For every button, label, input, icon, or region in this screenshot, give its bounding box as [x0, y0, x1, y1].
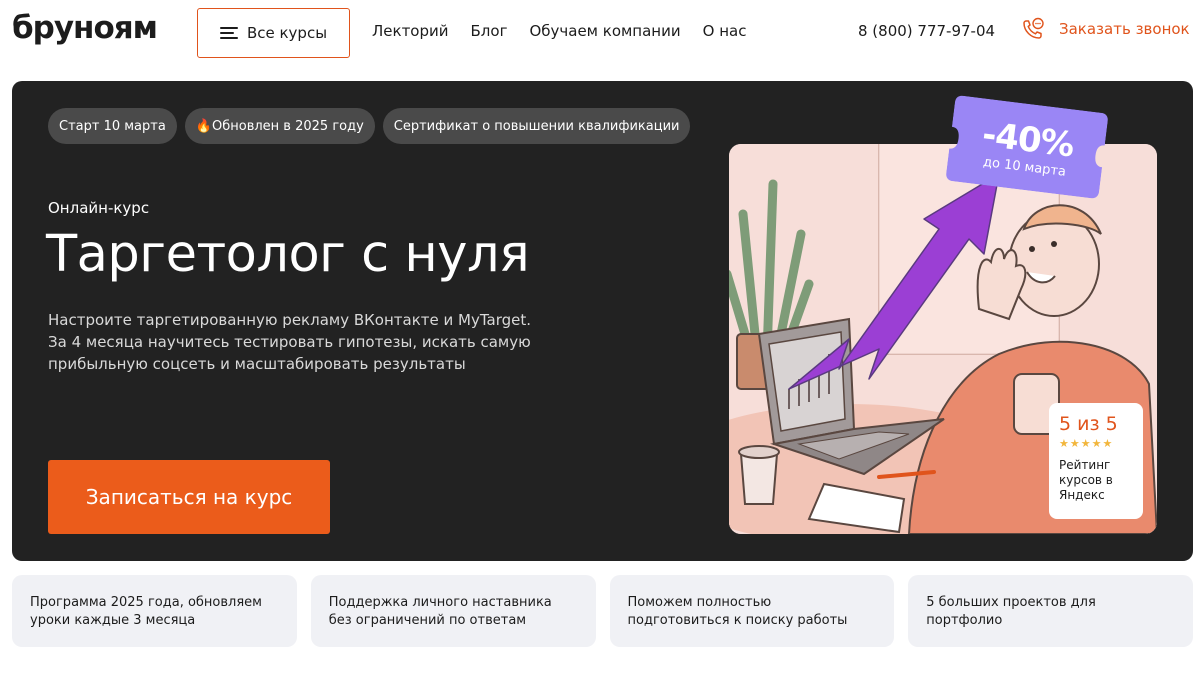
rating-stars-icon: ★★★★★: [1059, 437, 1114, 450]
tag-certificate: Сертификат о повышении квалификации: [382, 108, 691, 144]
tag-start-date: Старт 10 марта: [48, 108, 177, 144]
nav-item-about[interactable]: О нас: [703, 22, 747, 40]
tag-updated: 🔥Обновлен в 2025 году: [184, 108, 375, 144]
hero-banner: Старт 10 марта 🔥Обновлен в 2025 году Сер…: [12, 81, 1193, 561]
nav-item-blog[interactable]: Блог: [471, 22, 508, 40]
all-courses-label: Все курсы: [246, 24, 328, 42]
nav-item-companies[interactable]: Обучаем компании: [529, 22, 680, 40]
course-title: Таргетолог с нуля: [46, 225, 530, 284]
brand-logo[interactable]: бруноям: [12, 10, 158, 46]
course-tags: Старт 10 марта 🔥Обновлен в 2025 году Сер…: [48, 108, 691, 144]
phone-chat-icon: [1023, 17, 1044, 39]
feature-card-projects: 5 больших проектов для портфолио: [908, 575, 1193, 647]
feature-card-job: Поможем полностью подготовиться к поиску…: [609, 575, 895, 647]
all-courses-button[interactable]: Все курсы: [197, 8, 350, 58]
callback-label: Заказать звонок: [1059, 20, 1190, 38]
feature-card-mentor: Поддержка личного наставника без огранич…: [310, 575, 596, 647]
feature-card-program: Программа 2025 года, обновляем уроки каж…: [12, 575, 297, 647]
phone-number[interactable]: 8 (800) 777-97-04: [858, 22, 995, 40]
course-type: Онлайн-курс: [48, 199, 150, 217]
feature-cards: Программа 2025 года, обновляем уроки каж…: [12, 575, 1193, 647]
rating-score: 5 из 5: [1059, 413, 1118, 435]
main-nav: Лекторий Блог Обучаем компании О нас: [372, 22, 746, 40]
menu-icon: [219, 26, 238, 40]
rating-card: 5 из 5 ★★★★★ Рейтинг курсов в Яндекс: [1049, 403, 1143, 519]
site-header: бруноям Все курсы Лекторий Блог Обучаем …: [0, 0, 1202, 68]
rating-label: Рейтинг курсов в Яндекс: [1059, 458, 1113, 502]
nav-item-lectures[interactable]: Лекторий: [372, 22, 449, 40]
callback-button[interactable]: Заказать звонок: [1021, 17, 1190, 41]
enroll-button[interactable]: Записаться на курс: [48, 460, 330, 534]
course-description: Настроите таргетированную рекламу ВКонта…: [48, 311, 532, 373]
